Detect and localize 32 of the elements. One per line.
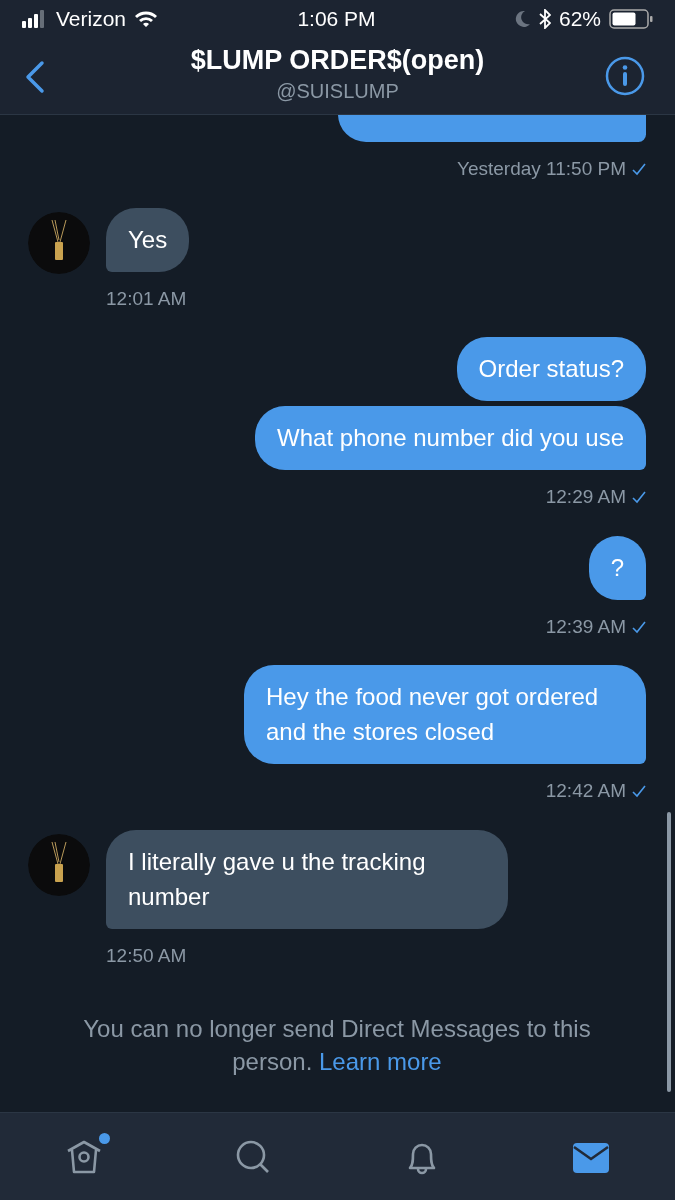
message-bubble: ? xyxy=(588,535,646,600)
message-time: Yesterday 11:50 PM xyxy=(457,157,626,181)
battery-percent: 62% xyxy=(558,6,601,33)
check-icon xyxy=(632,784,646,799)
avatar[interactable] xyxy=(28,211,90,274)
carrier-name: Verizon xyxy=(56,6,127,33)
check-icon xyxy=(632,162,646,177)
moon-icon xyxy=(514,10,531,28)
scrollbar[interactable] xyxy=(667,812,671,1092)
message-time: 12:01 AM xyxy=(106,286,187,311)
avatar[interactable] xyxy=(28,833,90,896)
learn-more-link[interactable]: Learn more xyxy=(319,1048,442,1075)
clock-time: 1:06 PM xyxy=(297,6,376,33)
back-icon[interactable] xyxy=(24,60,46,94)
message-bubble: Hey the food never got ordered and the stores closed xyxy=(244,665,646,764)
message-bubble: I literally gave u the tracking number xyxy=(106,829,508,929)
battery-icon xyxy=(609,9,653,29)
info-icon[interactable] xyxy=(605,56,645,96)
message-time: 12:39 AM xyxy=(545,614,626,639)
message-bubble: Order status? xyxy=(456,337,646,401)
notice-text: You can no longer send Direct Messages to this person. Learn more xyxy=(82,1014,592,1077)
message-time: 12:42 AM xyxy=(545,779,626,803)
wifi-icon xyxy=(134,10,159,28)
message-time: 12:29 AM xyxy=(545,485,626,509)
user-handle: @SUISLUMP xyxy=(276,78,399,104)
message-bubble: What phone number did you use xyxy=(255,406,646,470)
check-icon xyxy=(632,490,646,505)
bluetooth-icon xyxy=(538,9,551,29)
message-bubble: Yes xyxy=(106,207,190,272)
check-icon xyxy=(632,619,646,634)
message-time: 12:50 AM xyxy=(106,943,187,968)
chat-title: $LUMP ORDER$(open) xyxy=(190,46,485,76)
